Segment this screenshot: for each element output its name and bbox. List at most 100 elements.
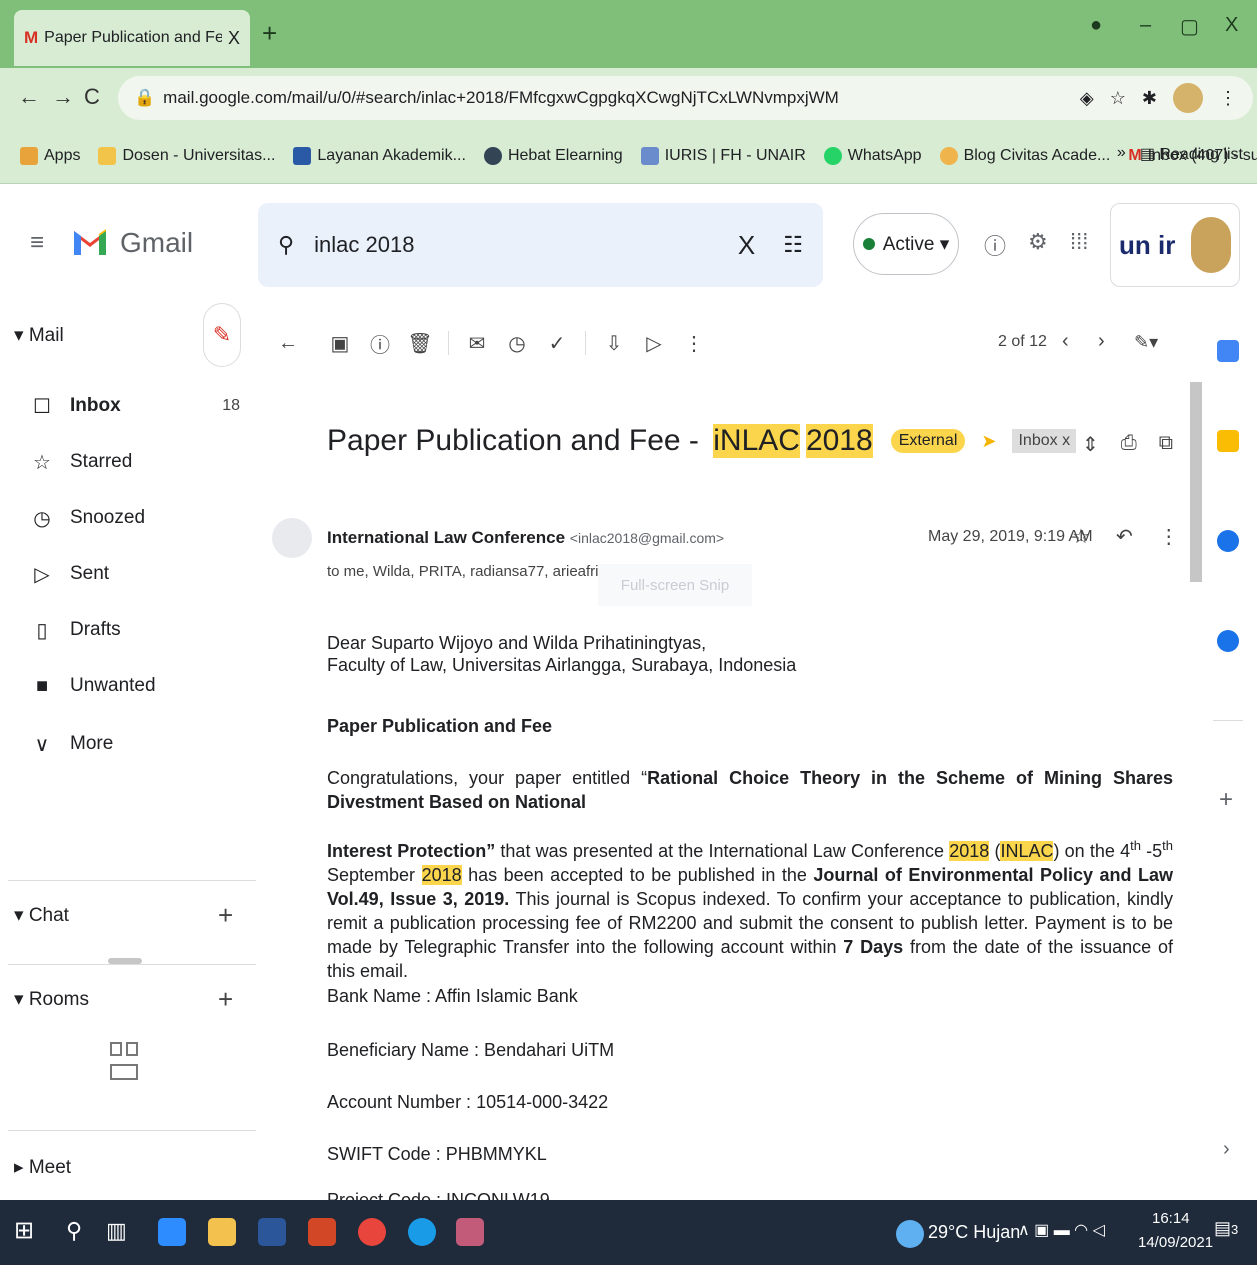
contacts-icon[interactable] [1217, 630, 1239, 652]
star-icon[interactable]: ☆ [1072, 524, 1090, 549]
search-icon[interactable]: ⚲ [66, 1218, 82, 1244]
star-icon: ☆ [33, 451, 51, 474]
profile-avatar[interactable] [1173, 83, 1203, 113]
sidebar-item-more[interactable]: ∨ More [30, 724, 240, 764]
sidebar-item-inbox[interactable]: ☐ Inbox 18 [30, 386, 240, 426]
profile-dot-icon[interactable]: ● [1090, 14, 1102, 37]
reading-list-button[interactable]: ▤ Reading list [1140, 144, 1243, 164]
previous-icon[interactable]: ‹ [1062, 330, 1069, 353]
clock-date[interactable]: 14/09/2021 [1138, 1234, 1213, 1251]
calendar-icon[interactable] [1217, 340, 1239, 362]
weather-icon[interactable] [896, 1220, 924, 1248]
weather-text[interactable]: 29°C Hujan [928, 1222, 1020, 1243]
expand-panel-icon[interactable]: › [1223, 1138, 1230, 1161]
meet-section-header[interactable]: ▸ Meet [14, 1156, 71, 1179]
chrome-icon[interactable] [358, 1218, 386, 1246]
importance-marker-icon[interactable]: ➤ [981, 431, 996, 452]
settings-gear-icon[interactable]: ⚙ [1028, 229, 1048, 255]
bookmark-whatsapp[interactable]: WhatsApp [823, 146, 922, 165]
sidebar-item-unwanted[interactable]: ■ Unwanted [30, 666, 240, 706]
minimize-button[interactable]: – [1140, 14, 1151, 37]
scrollbar[interactable] [1190, 382, 1202, 582]
snipping-tool-icon[interactable] [456, 1218, 484, 1246]
clock-time[interactable]: 16:14 [1152, 1210, 1190, 1227]
status-selector[interactable]: Active ▾ [853, 213, 959, 275]
sidebar-item-snoozed[interactable]: ◷ Snoozed [30, 498, 240, 538]
sidebar-item-sent[interactable]: ▷ Sent [30, 554, 240, 594]
browser-menu-icon[interactable]: ⋮ [1219, 88, 1237, 109]
search-input[interactable]: inlac 2018 [314, 232, 738, 258]
reload-icon[interactable]: C [84, 84, 100, 110]
tasks-icon[interactable] [1217, 530, 1239, 552]
powerpoint-icon[interactable] [308, 1218, 336, 1246]
label-icon[interactable]: ▷ [634, 331, 674, 356]
search-icon[interactable]: ⚲ [278, 232, 294, 258]
notification-center-icon[interactable]: ▤3 [1214, 1218, 1238, 1239]
sender-avatar[interactable] [272, 518, 312, 558]
add-room-button[interactable]: + [218, 984, 233, 1015]
add-chat-button[interactable]: + [218, 900, 233, 931]
archive-icon[interactable]: ▣ [320, 331, 360, 356]
more-options-icon[interactable]: ⋮ [674, 331, 714, 356]
windows-start-icon[interactable]: ⊞ [14, 1216, 34, 1245]
mail-section-header[interactable]: ▾ Mail [14, 324, 64, 347]
gmail-logo-icon[interactable] [70, 221, 110, 261]
bookmark-dosen[interactable]: Dosen - Universitas... [98, 146, 275, 165]
keep-icon[interactable] [1217, 430, 1239, 452]
search-options-icon[interactable]: ☷ [783, 232, 803, 258]
url-text[interactable]: mail.google.com/mail/u/0/#search/inlac+2… [163, 88, 1080, 108]
expand-all-icon[interactable]: ⇕ [1082, 432, 1099, 457]
browser-tab[interactable]: M Paper Publication and Fee - iNLA X [14, 10, 250, 66]
add-task-icon[interactable]: ✓ [537, 331, 577, 356]
task-view-icon[interactable]: ▥ [106, 1218, 127, 1244]
zoom-icon[interactable] [158, 1218, 186, 1246]
search-bar[interactable]: ⚲ inlac 2018 X ☷ [258, 203, 823, 287]
bookmarks-more-button[interactable]: » [1117, 144, 1126, 164]
chat-section-header[interactable]: ▾ Chat [14, 904, 69, 927]
move-to-icon[interactable]: ⇩ [594, 331, 634, 356]
site-info-icon[interactable]: ◈ [1080, 88, 1094, 109]
new-tab-button[interactable]: + [262, 18, 277, 49]
inbox-label-chip[interactable]: Inbox x [1012, 429, 1077, 453]
sidebar-item-starred[interactable]: ☆ Starred [30, 442, 240, 482]
tab-close-icon[interactable]: X [228, 28, 240, 49]
mark-unread-icon[interactable]: ✉ [457, 331, 497, 356]
delete-icon[interactable]: 🗑 [400, 331, 440, 356]
forward-arrow-icon[interactable]: → [52, 84, 74, 110]
print-icon[interactable]: ⎙ [1121, 432, 1137, 457]
maximize-button[interactable]: ▢ [1180, 14, 1199, 39]
bookmark-hebat[interactable]: Hebat Elearning [483, 146, 623, 165]
address-bar[interactable]: 🔒 mail.google.com/mail/u/0/#search/inlac… [118, 76, 1253, 120]
apps-grid-icon[interactable]: ⁞⁞⁞ [1070, 229, 1088, 255]
rooms-section-header[interactable]: ▾ Rooms [14, 988, 89, 1011]
window-close-button[interactable]: X [1225, 14, 1238, 37]
compose-button[interactable]: ✎ [203, 303, 241, 367]
file-explorer-icon[interactable] [208, 1218, 236, 1246]
bookmark-star-icon[interactable]: ☆ [1110, 88, 1126, 109]
help-icon[interactable]: ⓘ [984, 229, 1006, 261]
system-tray-icons[interactable]: ∧ ▣ ▬ ◠ ◁ [1018, 1220, 1105, 1240]
bookmark-blog[interactable]: Blog Civitas Acade... [939, 146, 1110, 165]
open-new-window-icon[interactable]: ⧉ [1159, 432, 1173, 457]
more-options-icon[interactable]: ⋮ [1159, 524, 1179, 549]
gmail-header: ≡ Gmail ⚲ inlac 2018 X ☷ Active ▾ ⓘ ⚙ ⁞⁞… [0, 185, 1257, 295]
report-spam-icon[interactable]: ⓘ [360, 329, 400, 358]
back-to-search-icon[interactable]: ← [268, 332, 308, 355]
account-switcher[interactable]: un ir [1110, 203, 1240, 287]
sender-name[interactable]: International Law Conference [327, 528, 565, 547]
edge-icon[interactable] [408, 1218, 436, 1246]
get-addons-icon[interactable]: + [1219, 786, 1233, 814]
reply-icon[interactable]: ↶ [1116, 524, 1133, 549]
word-icon[interactable] [258, 1218, 286, 1246]
bookmark-iuris[interactable]: IURIS | FH - UNAIR [640, 146, 806, 165]
next-icon[interactable]: › [1098, 330, 1105, 353]
extensions-icon[interactable]: ✱ [1142, 88, 1157, 109]
input-tools-icon[interactable]: ✎▾ [1134, 332, 1158, 353]
main-menu-icon[interactable]: ≡ [30, 229, 44, 257]
clear-search-icon[interactable]: X [738, 230, 755, 261]
bookmark-layanan[interactable]: Layanan Akademik... [293, 146, 466, 165]
sidebar-item-drafts[interactable]: ▯ Drafts [30, 610, 240, 650]
bookmark-apps[interactable]: Apps [20, 146, 80, 165]
back-arrow-icon[interactable]: ← [18, 84, 40, 110]
snooze-icon[interactable]: ◷ [497, 331, 537, 356]
